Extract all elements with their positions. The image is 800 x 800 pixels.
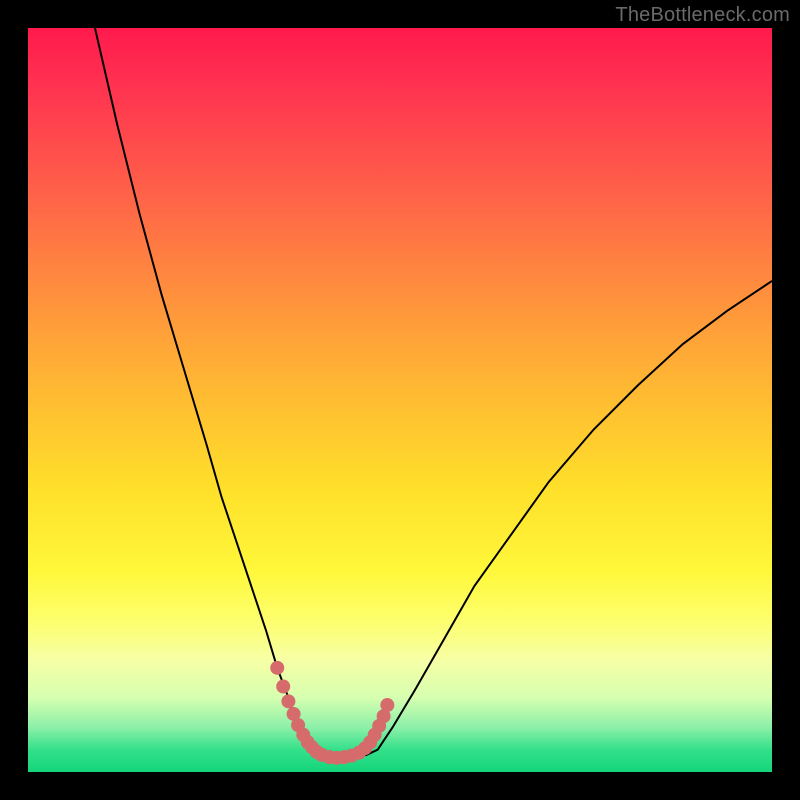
highlight-dot bbox=[270, 661, 284, 675]
watermark-text: TheBottleneck.com bbox=[615, 4, 790, 27]
chart-plot-area bbox=[28, 28, 772, 772]
curve-layer bbox=[95, 28, 772, 759]
highlight-dot-layer bbox=[270, 661, 394, 765]
highlight-dot bbox=[281, 694, 295, 708]
bottleneck-curve bbox=[95, 28, 772, 759]
chart-svg bbox=[28, 28, 772, 772]
highlight-dot bbox=[380, 698, 394, 712]
chart-frame: TheBottleneck.com bbox=[0, 0, 800, 800]
highlight-dot bbox=[276, 679, 290, 693]
